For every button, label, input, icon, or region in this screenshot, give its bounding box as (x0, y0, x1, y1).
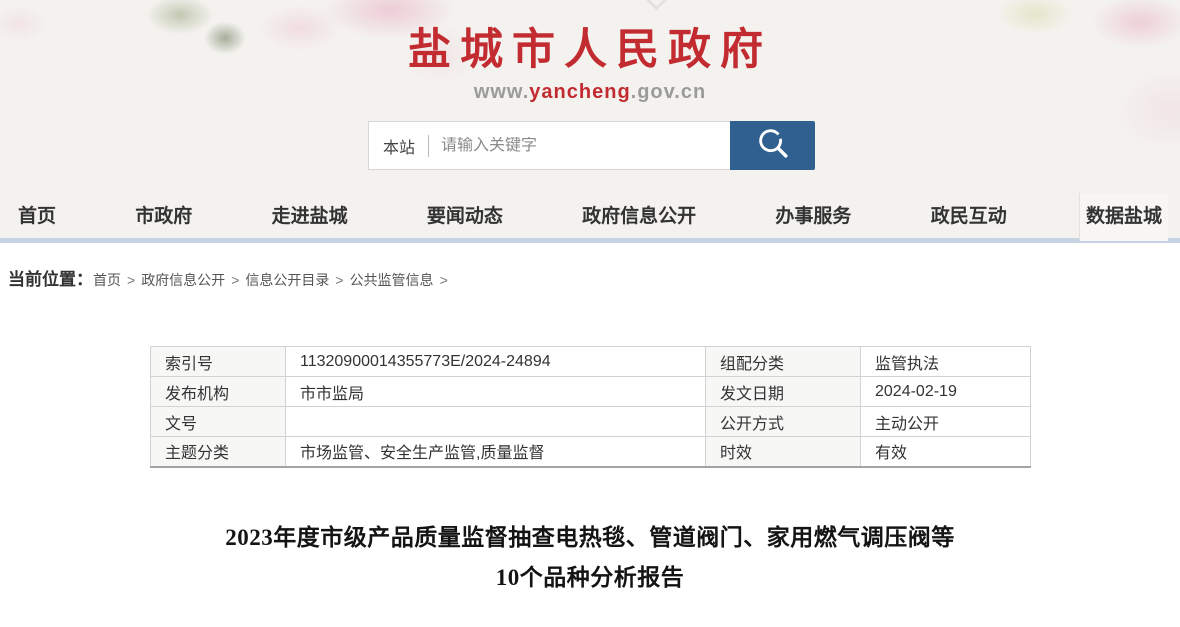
meta-value: 11320900014355773E/2024-24894 (286, 347, 706, 377)
nav-item-interaction[interactable]: 政民互动 (925, 193, 1013, 241)
site-header: 盐城市人民政府 www.yancheng.gov.cn 本站 (0, 0, 1180, 195)
meta-label: 公开方式 (706, 407, 861, 437)
breadcrumb-separator: > (231, 272, 239, 288)
breadcrumb-separator: > (335, 272, 343, 288)
nav-item-services[interactable]: 办事服务 (769, 193, 857, 241)
table-row: 索引号 11320900014355773E/2024-24894 组配分类 监… (151, 347, 1031, 377)
site-url-prefix: www. (474, 81, 529, 103)
site-url-suffix: .gov.cn (631, 81, 707, 103)
meta-value: 市市监局 (286, 377, 706, 407)
meta-value: 主动公开 (861, 407, 1031, 437)
main-nav: 首页 市政府 走进盐城 要闻动态 政府信息公开 办事服务 政民互动 数据盐城 (0, 195, 1180, 243)
search-divider (428, 135, 429, 157)
breadcrumb-label: 当前位置： (8, 270, 93, 289)
table-row: 文号 公开方式 主动公开 (151, 407, 1031, 437)
table-row: 发布机构 市市监局 发文日期 2024-02-19 (151, 377, 1031, 407)
search-button[interactable] (730, 121, 815, 170)
meta-value (286, 407, 706, 437)
search-bar: 本站 (368, 121, 815, 170)
meta-label: 发布机构 (151, 377, 286, 407)
site-url-main: yancheng (529, 81, 630, 103)
search-scope-label: 本站 (383, 134, 415, 158)
document-meta-table: 索引号 11320900014355773E/2024-24894 组配分类 监… (150, 346, 1031, 468)
nav-item-government[interactable]: 市政府 (129, 193, 198, 241)
meta-value: 2024-02-19 (861, 377, 1031, 407)
meta-label: 时效 (706, 437, 861, 467)
nav-item-data[interactable]: 数据盐城 (1080, 193, 1168, 241)
meta-label: 发文日期 (706, 377, 861, 407)
breadcrumb-info-public[interactable]: 政府信息公开 (141, 272, 225, 288)
meta-label: 索引号 (151, 347, 286, 377)
meta-label: 主题分类 (151, 437, 286, 467)
table-row: 主题分类 市场监管、安全生产监管,质量监督 时效 有效 (151, 437, 1031, 467)
breadcrumb-separator: > (127, 272, 135, 288)
search-input[interactable] (441, 137, 730, 155)
nav-item-news[interactable]: 要闻动态 (421, 193, 509, 241)
site-url: www.yancheng.gov.cn (0, 81, 1180, 104)
meta-value: 监管执法 (861, 347, 1031, 377)
meta-value: 市场监管、安全生产监管,质量监督 (286, 437, 706, 467)
article-title-line2: 10个品种分析报告 (0, 558, 1180, 598)
breadcrumb-catalog[interactable]: 信息公开目录 (245, 272, 329, 288)
breadcrumb: 当前位置：首页 > 政府信息公开 > 信息公开目录 > 公共监管信息 > (0, 243, 1180, 290)
article-title-line1: 2023年度市级产品质量监督抽查电热毯、管道阀门、家用燃气调压阀等 (0, 518, 1180, 558)
search-box: 本站 (368, 121, 730, 170)
meta-label: 组配分类 (706, 347, 861, 377)
article-title: 2023年度市级产品质量监督抽查电热毯、管道阀门、家用燃气调压阀等 10个品种分… (0, 518, 1180, 598)
search-icon (754, 125, 792, 166)
nav-item-home[interactable]: 首页 (12, 193, 62, 241)
meta-value: 有效 (861, 437, 1031, 467)
nav-item-about[interactable]: 走进盐城 (266, 193, 354, 241)
breadcrumb-home[interactable]: 首页 (93, 272, 121, 288)
site-title: 盐城市人民政府 (0, 0, 1180, 77)
meta-label: 文号 (151, 407, 286, 437)
nav-item-info-public[interactable]: 政府信息公开 (576, 193, 702, 241)
breadcrumb-separator: > (440, 272, 448, 288)
breadcrumb-public-supervision[interactable]: 公共监管信息 (350, 272, 434, 288)
